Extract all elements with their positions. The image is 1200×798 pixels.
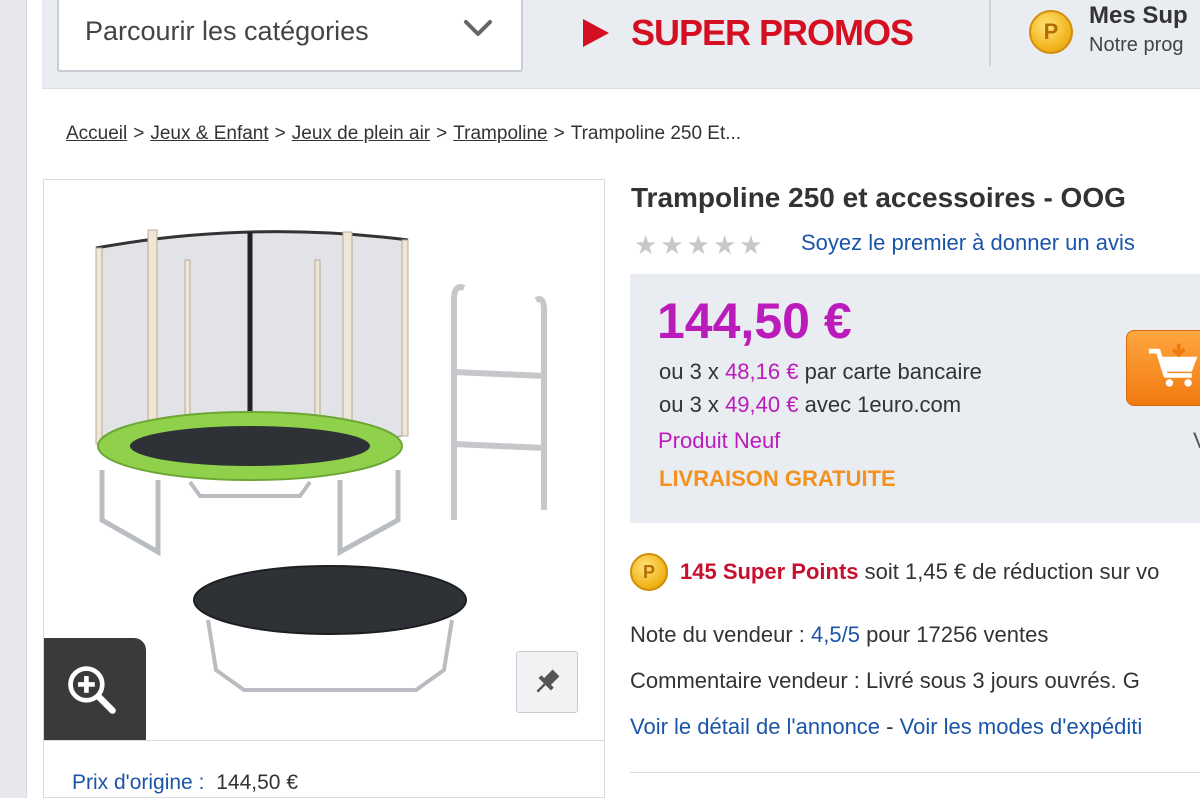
seller-rating-suffix: pour 17256 ventes [866,622,1049,647]
chevron-down-icon [464,20,492,36]
star-icon: ★ [712,230,737,260]
zoom-button[interactable] [44,638,146,740]
breadcrumb-link-toys[interactable]: Jeux & Enfant [150,123,268,144]
header-divider [989,0,991,66]
product-price: 144,50 € [657,293,852,349]
seller-comment: Commentaire vendeur : Livré sous 3 jours… [630,668,1140,693]
cart-side-text: V [1193,428,1200,454]
product-title: Trampoline 250 et accessoires - OOG [631,182,1126,213]
category-dropdown-label: Parcourir les catégories [85,16,369,46]
star-icon: ★ [634,230,658,260]
super-points-coin-icon: P [1029,10,1073,54]
super-promos-label: SUPER PROMOS [631,12,914,53]
breadcrumb-separator: > [553,123,565,144]
free-shipping-label: LIVRAISON GRATUITE [659,466,896,491]
coin-letter: P [642,561,655,582]
installment-suffix: avec 1euro.com [804,392,962,417]
pin-icon [536,669,560,693]
installment-card: ou 3 x 48,16 € par carte bancaire [659,359,982,385]
coin-letter: P [1043,19,1059,44]
origin-price: Prix d'origine : 144,50 € [72,771,298,795]
seller-rating: Note du vendeur : 4,5/5 pour 17256 vente… [630,622,1048,648]
seller-rating-prefix: Note du vendeur : [630,622,805,647]
super-points-discount: soit 1,45 € de réduction sur vo [864,559,1160,584]
installment-suffix: par carte bancaire [804,359,982,384]
add-to-cart-button[interactable] [1126,330,1200,406]
left-gutter [0,0,27,798]
section-divider [630,772,1200,773]
breadcrumb-link-outdoor[interactable]: Jeux de plein air [292,123,430,144]
installment-1euro: ou 3 x 49,40 € avec 1euro.com [659,392,961,418]
play-triangle-icon [583,19,609,47]
mes-super-points-title[interactable]: Mes Sup [1089,2,1188,30]
shipping-modes-link[interactable]: Voir les modes d'expéditi [900,714,1143,739]
super-points-count: 145 Super Points [680,559,859,584]
cart-add-icon [1148,343,1198,387]
origin-price-value: 144,50 € [216,771,298,794]
rating-stars: ★ ★ ★ ★ ★ [634,232,763,258]
listing-detail-link[interactable]: Voir le détail de l'annonce [630,714,880,739]
program-subtitle: Notre prog [1089,34,1184,56]
breadcrumb-link-home[interactable]: Accueil [66,123,127,144]
breadcrumb-separator: > [436,123,448,144]
breadcrumb-link-trampoline[interactable]: Trampoline [453,123,547,144]
star-icon: ★ [660,230,684,260]
installment-prefix: ou 3 x [659,392,719,417]
super-points-coin-icon: P [630,553,668,591]
breadcrumb-current: Trampoline 250 Et... [570,123,742,144]
installment-prefix: ou 3 x [659,359,719,384]
breadcrumb: Accueil > Jeux & Enfant > Jeux de plein air >… [66,123,741,145]
zoom-in-icon [68,666,116,714]
breadcrumb-separator: > [133,123,145,144]
category-dropdown[interactable]: Parcourir les catégories [57,0,523,72]
super-points-info: 145 Super Points soit 1,45 € de réductio… [680,559,1159,585]
star-icon: ★ [739,230,763,260]
first-review-link[interactable]: Soyez le premier à donner un avis [801,230,1135,256]
pin-button[interactable] [516,651,578,713]
product-condition: Produit Neuf [658,428,781,453]
installment-amount: 49,40 € [725,392,799,417]
listing-links: Voir le détail de l'annonce - Voir les m… [630,714,1142,740]
link-separator: - [886,714,894,739]
super-promos-link[interactable]: SUPER PROMOS [583,12,914,54]
seller-rating-score[interactable]: 4,5/5 [811,622,860,647]
star-icon: ★ [686,230,710,260]
installment-amount: 48,16 € [725,359,799,384]
origin-price-label: Prix d'origine : [72,771,205,794]
breadcrumb-separator: > [274,123,286,144]
image-panel-divider [43,740,605,741]
